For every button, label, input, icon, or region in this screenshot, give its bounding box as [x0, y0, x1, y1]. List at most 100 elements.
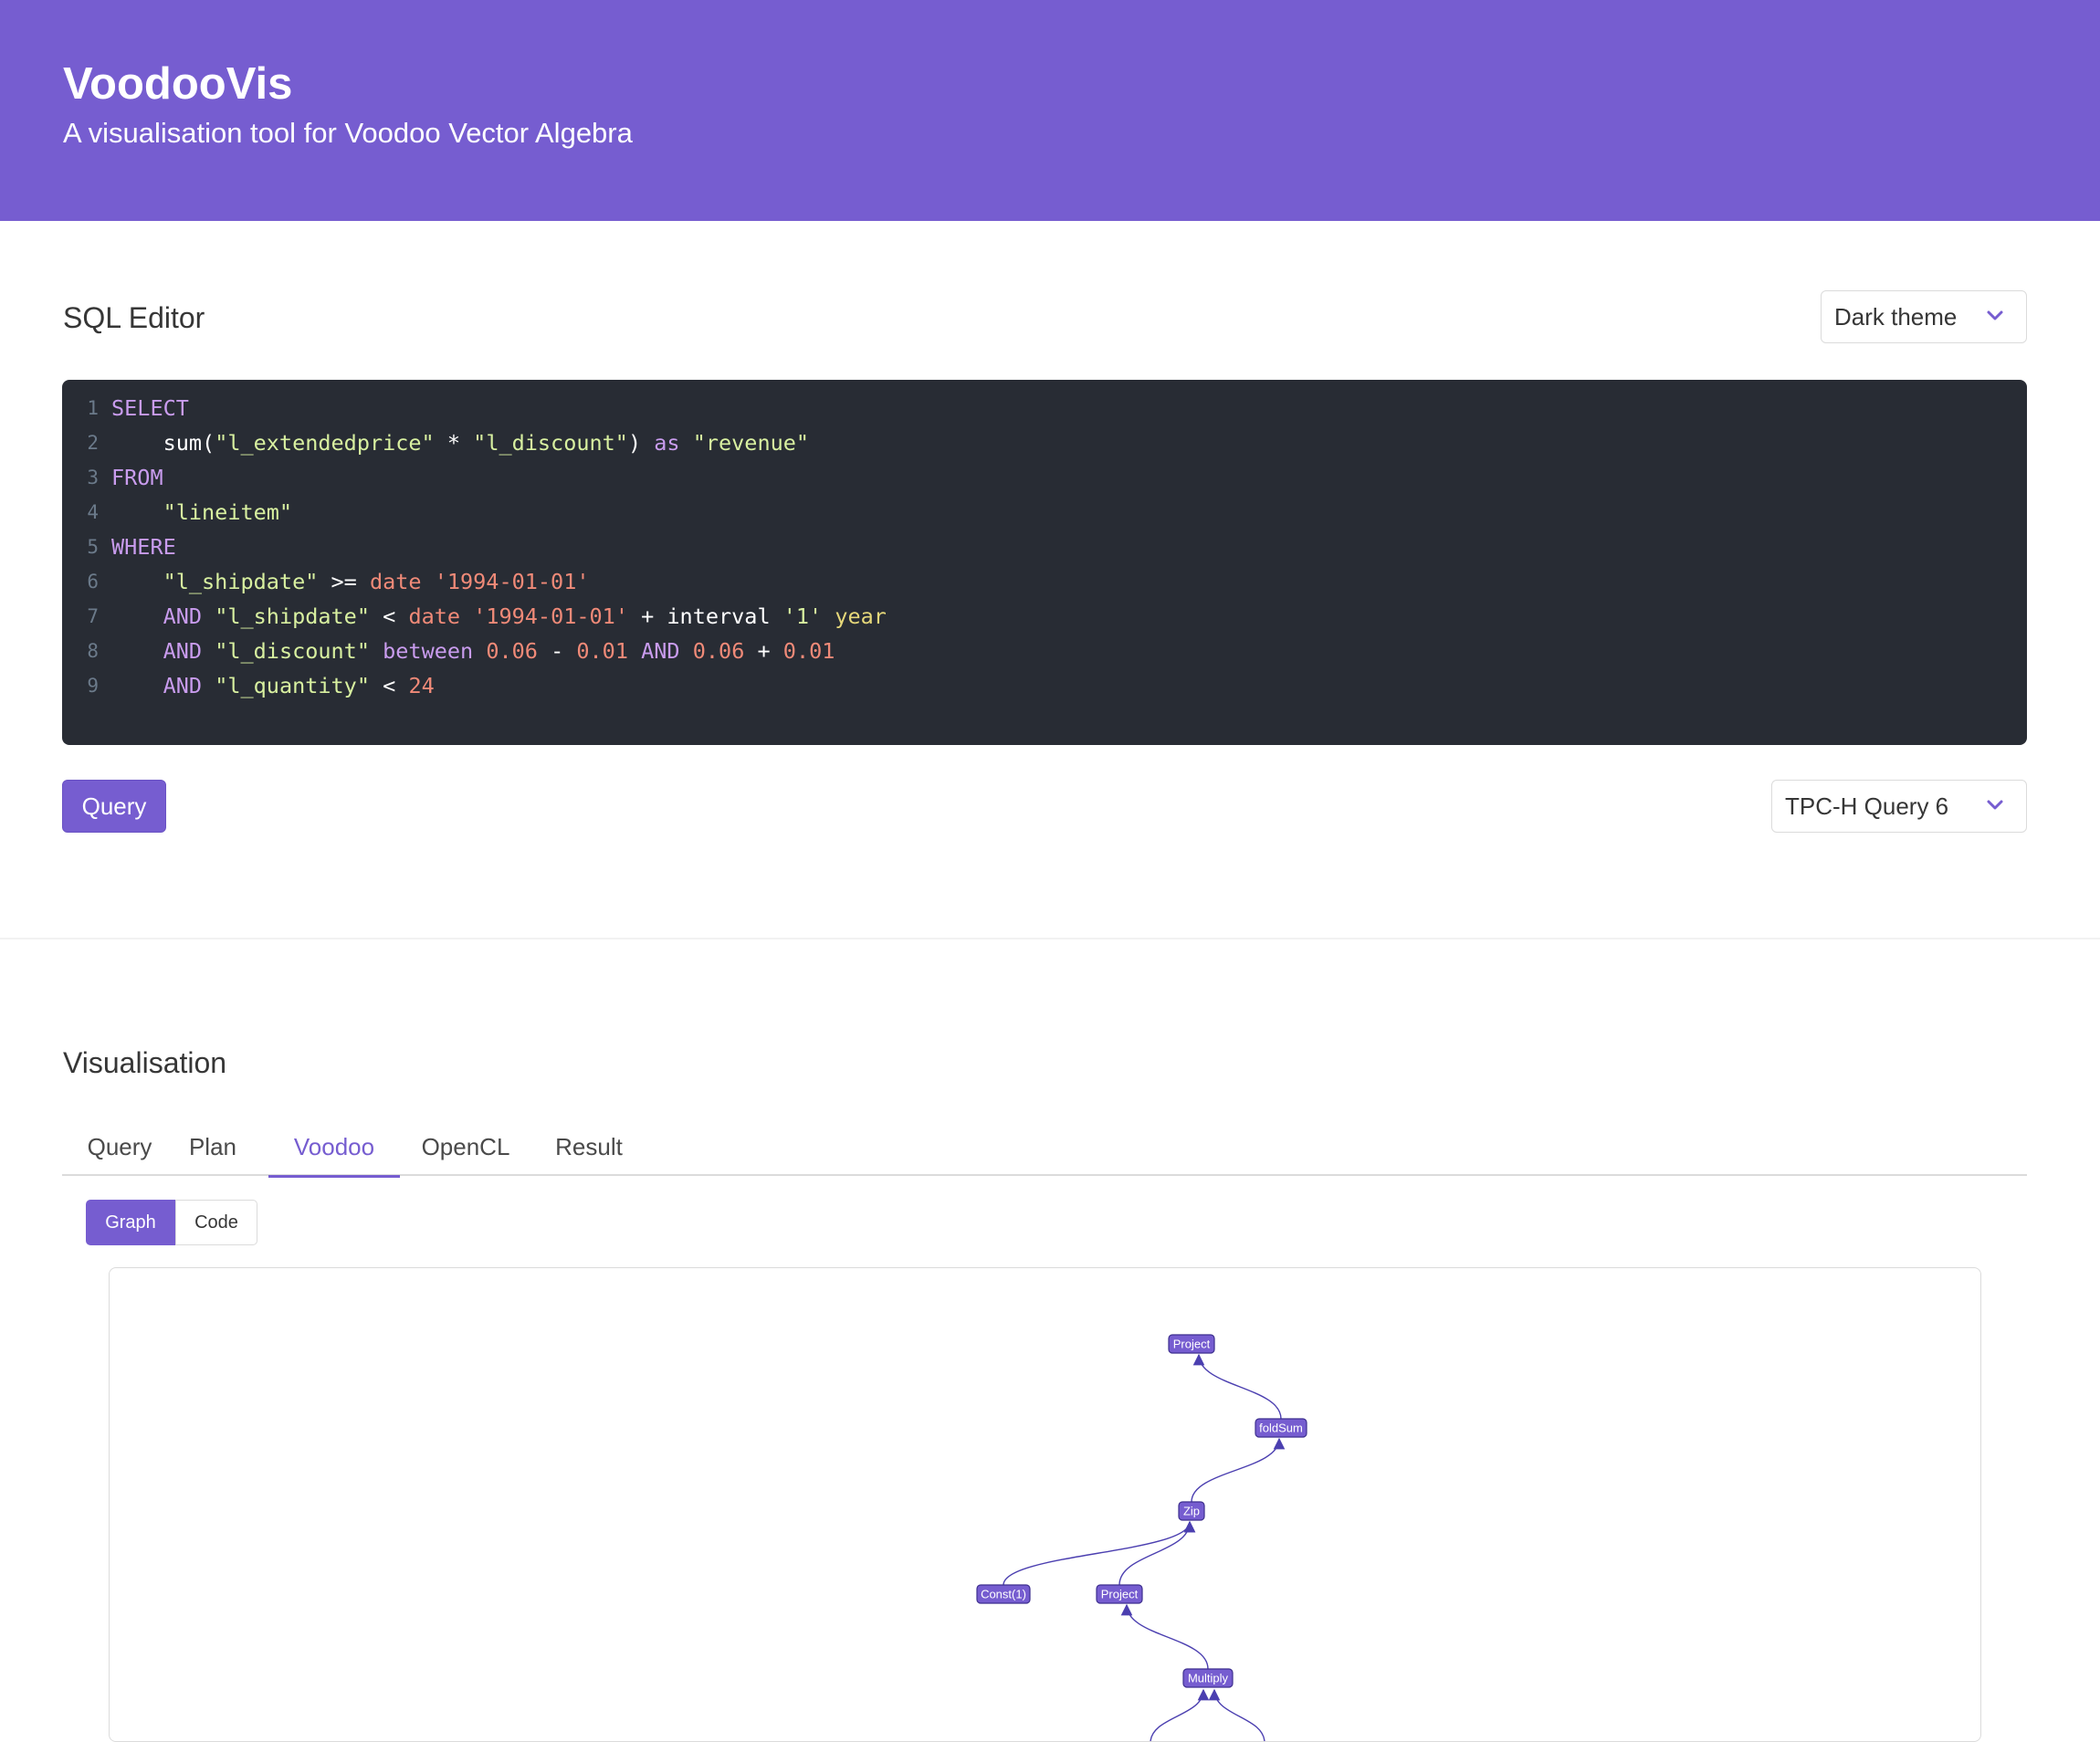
- code-token: -: [537, 638, 577, 664]
- code-line[interactable]: 7 AND "l_shipdate" < date '1994-01-01' +…: [62, 599, 2027, 634]
- code-token: sum(: [111, 430, 215, 456]
- code-token: <: [369, 673, 409, 698]
- code-text: FROM: [111, 460, 163, 495]
- code-token: AND: [163, 638, 203, 664]
- line-number: 9: [87, 675, 99, 697]
- code-view-button[interactable]: Code: [175, 1200, 257, 1245]
- code-text: sum("l_extendedprice" * "l_discount") as…: [111, 425, 809, 460]
- code-token: WHERE: [111, 534, 176, 560]
- tab-result[interactable]: Result: [531, 1118, 646, 1176]
- code-token: "l_quantity": [215, 673, 370, 698]
- code-token: date: [408, 603, 461, 629]
- code-line[interactable]: 5 WHERE: [62, 530, 2027, 564]
- graph-node[interactable]: Project: [1168, 1334, 1215, 1354]
- code-token: as: [654, 430, 680, 456]
- theme-select-value: Dark theme: [1834, 302, 1958, 331]
- code-token: "l_discount": [215, 638, 370, 664]
- graph-edge: [1150, 1688, 1210, 1741]
- code-token: ): [627, 430, 655, 456]
- graph-view-button[interactable]: Graph: [86, 1200, 175, 1245]
- code-token: 0.01: [782, 638, 835, 664]
- tab-opencl[interactable]: OpenCL: [400, 1118, 531, 1176]
- chevron-down-icon: [1987, 800, 2003, 810]
- code-token: '1994-01-01': [434, 569, 590, 594]
- graph-edge: [1003, 1520, 1196, 1586]
- graph-edge: [1192, 1353, 1282, 1420]
- line-number: 6: [87, 571, 99, 593]
- code-token: '1': [782, 603, 823, 629]
- graph-edge: [1120, 1603, 1209, 1670]
- graph-node-label: Project: [1101, 1588, 1139, 1601]
- theme-select[interactable]: Dark theme: [1821, 290, 2027, 343]
- line-number: 5: [87, 536, 99, 558]
- line-number: 4: [87, 501, 99, 523]
- code-token: AND: [163, 603, 203, 629]
- code-token: 0.01: [576, 638, 628, 664]
- code-token: >=: [318, 569, 370, 594]
- code-token: AND: [641, 638, 680, 664]
- code-line[interactable]: 3 FROM: [62, 460, 2027, 495]
- code-token: year: [835, 603, 887, 629]
- graph-canvas[interactable]: Project foldSum Zip Const(1) Project Multiply: [109, 1267, 1981, 1742]
- code-line[interactable]: 9 AND "l_quantity" < 24: [62, 668, 2027, 703]
- graph-node-label: foldSum: [1259, 1422, 1303, 1435]
- graph-node[interactable]: Const(1): [976, 1584, 1031, 1604]
- query-button[interactable]: Query: [62, 780, 166, 833]
- tab-plan[interactable]: Plan: [177, 1118, 248, 1176]
- sql-code-editor[interactable]: 1 SELECT 2 sum("l_extendedprice" * "l_disc…: [62, 380, 2027, 745]
- voodoo-graph: Project foldSum Zip Const(1) Project Multiply: [976, 1334, 1307, 1741]
- code-line[interactable]: 6 "l_shipdate" >= date '1994-01-01': [62, 564, 2027, 599]
- graph-node[interactable]: Multiply: [1182, 1668, 1234, 1688]
- section-divider: [0, 938, 2100, 939]
- code-line[interactable]: 1 SELECT: [62, 391, 2027, 425]
- line-number: 2: [87, 432, 99, 454]
- code-line[interactable]: 4 "lineitem": [62, 495, 2027, 530]
- graph-node[interactable]: foldSum: [1255, 1418, 1307, 1438]
- code-token: 24: [408, 673, 435, 698]
- tab-voodoo[interactable]: Voodoo: [268, 1118, 400, 1178]
- sql-editor-title: SQL Editor: [63, 301, 205, 334]
- app-subtitle: A visualisation tool for Voodoo Vector A…: [63, 117, 633, 149]
- tab-query[interactable]: Query: [62, 1118, 177, 1176]
- code-text: AND "l_quantity" < 24: [111, 668, 435, 703]
- code-token: '1994-01-01': [473, 603, 628, 629]
- code-token: FROM: [111, 465, 163, 490]
- code-token: AND: [163, 673, 203, 698]
- code-token: "revenue": [692, 430, 810, 456]
- hero-header: VoodooVis A visualisation tool for Voodo…: [0, 0, 2100, 221]
- graph-node-label: Project: [1173, 1338, 1211, 1351]
- graph-node[interactable]: Project: [1096, 1584, 1143, 1604]
- graph-node[interactable]: Zip: [1178, 1501, 1205, 1521]
- line-number: 3: [87, 467, 99, 488]
- chevron-down-icon: [1987, 310, 2003, 320]
- graph-node-label: Zip: [1183, 1505, 1200, 1518]
- code-line[interactable]: 8 AND "l_discount" between 0.06 - 0.01 A…: [62, 634, 2027, 668]
- code-token: "l_extendedprice": [215, 430, 435, 456]
- graph-edge: [1191, 1437, 1286, 1503]
- code-token: date: [369, 569, 422, 594]
- code-token: "l_discount": [473, 430, 628, 456]
- code-token: + interval: [627, 603, 783, 629]
- code-line[interactable]: 2 sum("l_extendedprice" * "l_discount") …: [62, 425, 2027, 460]
- code-token: 0.06: [692, 638, 745, 664]
- graph-edge: [1118, 1520, 1196, 1586]
- code-token: SELECT: [111, 395, 189, 421]
- query-preset-select[interactable]: TPC-H Query 6: [1771, 780, 2027, 833]
- code-token: <: [369, 603, 409, 629]
- line-number: 7: [87, 605, 99, 627]
- code-token: "l_shipdate": [163, 569, 319, 594]
- code-token: "lineitem": [163, 499, 293, 525]
- graph-edge: [1208, 1688, 1265, 1741]
